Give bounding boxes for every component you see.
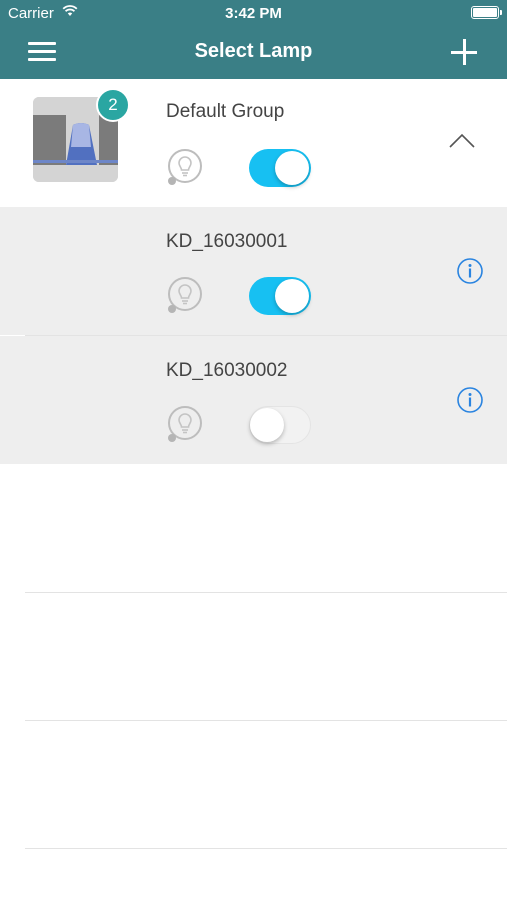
nav-bar: Carrier 3:42 PM Select Lamp xyxy=(0,0,507,79)
lamp-count-badge: 2 xyxy=(96,88,130,122)
status-bar: Carrier 3:42 PM xyxy=(0,0,507,28)
bulb-icon xyxy=(168,149,202,185)
lamp-power-toggle[interactable] xyxy=(249,277,311,315)
lamp-name: KD_16030002 xyxy=(166,360,288,381)
row-divider xyxy=(25,592,507,593)
status-time: 3:42 PM xyxy=(225,5,282,22)
row-divider xyxy=(25,720,507,721)
lamp-name: KD_16030001 xyxy=(166,231,288,252)
info-icon[interactable] xyxy=(457,258,483,284)
group-power-toggle[interactable] xyxy=(249,149,311,187)
toggle-knob xyxy=(275,279,309,313)
add-lamp-button[interactable] xyxy=(451,39,477,65)
row-divider xyxy=(25,848,507,849)
toggle-knob xyxy=(275,151,309,185)
bulb-icon xyxy=(168,406,202,442)
info-icon[interactable] xyxy=(457,387,483,413)
lamp-row[interactable]: KD_16030001 xyxy=(0,207,507,335)
chevron-up-icon[interactable] xyxy=(449,133,475,149)
lamp-row[interactable]: KD_16030002 xyxy=(0,336,507,464)
toggle-knob xyxy=(250,408,284,442)
page-title: Select Lamp xyxy=(194,40,313,62)
group-name: Default Group xyxy=(166,101,285,122)
lamp-power-toggle[interactable] xyxy=(249,406,311,444)
battery-icon xyxy=(471,6,502,19)
bulb-icon xyxy=(168,277,202,313)
group-row[interactable]: 2 Default Group xyxy=(0,79,507,207)
